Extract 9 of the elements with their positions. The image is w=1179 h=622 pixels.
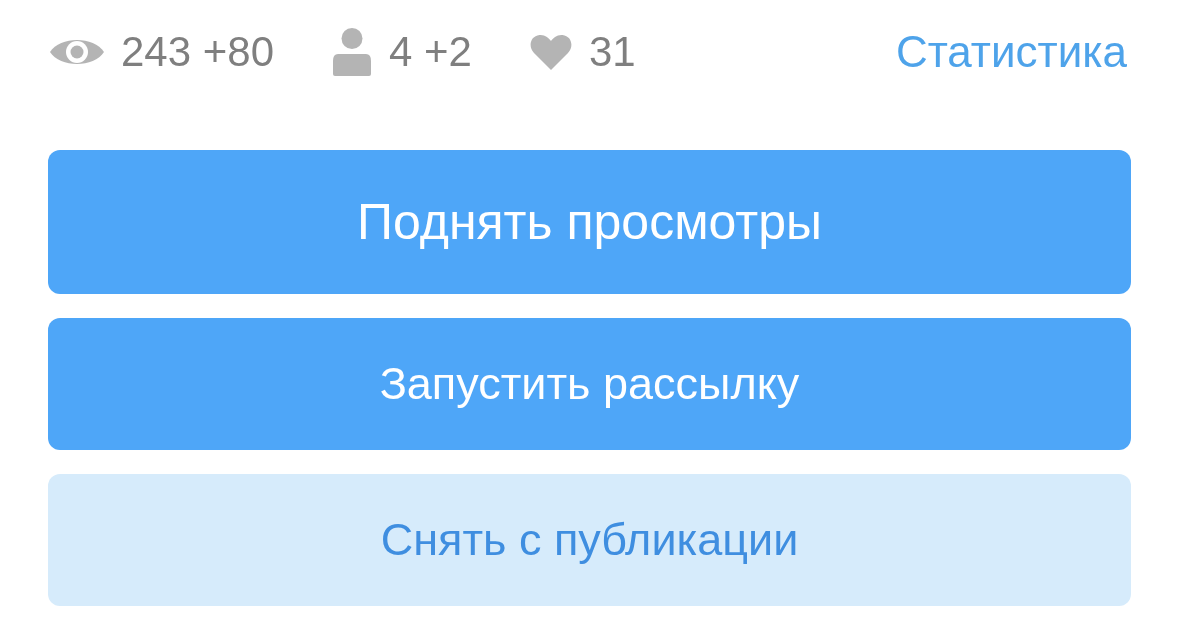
heart-icon [529,34,572,70]
person-icon [332,28,372,76]
action-button[interactable]: Снять с публикации [48,474,1131,606]
stat-value: 31 [588,31,636,73]
action-button[interactable]: Запустить рассылку [48,318,1131,450]
statistics-link[interactable]: Статистика [895,30,1127,74]
stat-value: 243 +80 [121,31,274,73]
stat-value: 4 +2 [389,31,472,73]
action-button[interactable]: Поднять просмотры [48,150,1131,294]
